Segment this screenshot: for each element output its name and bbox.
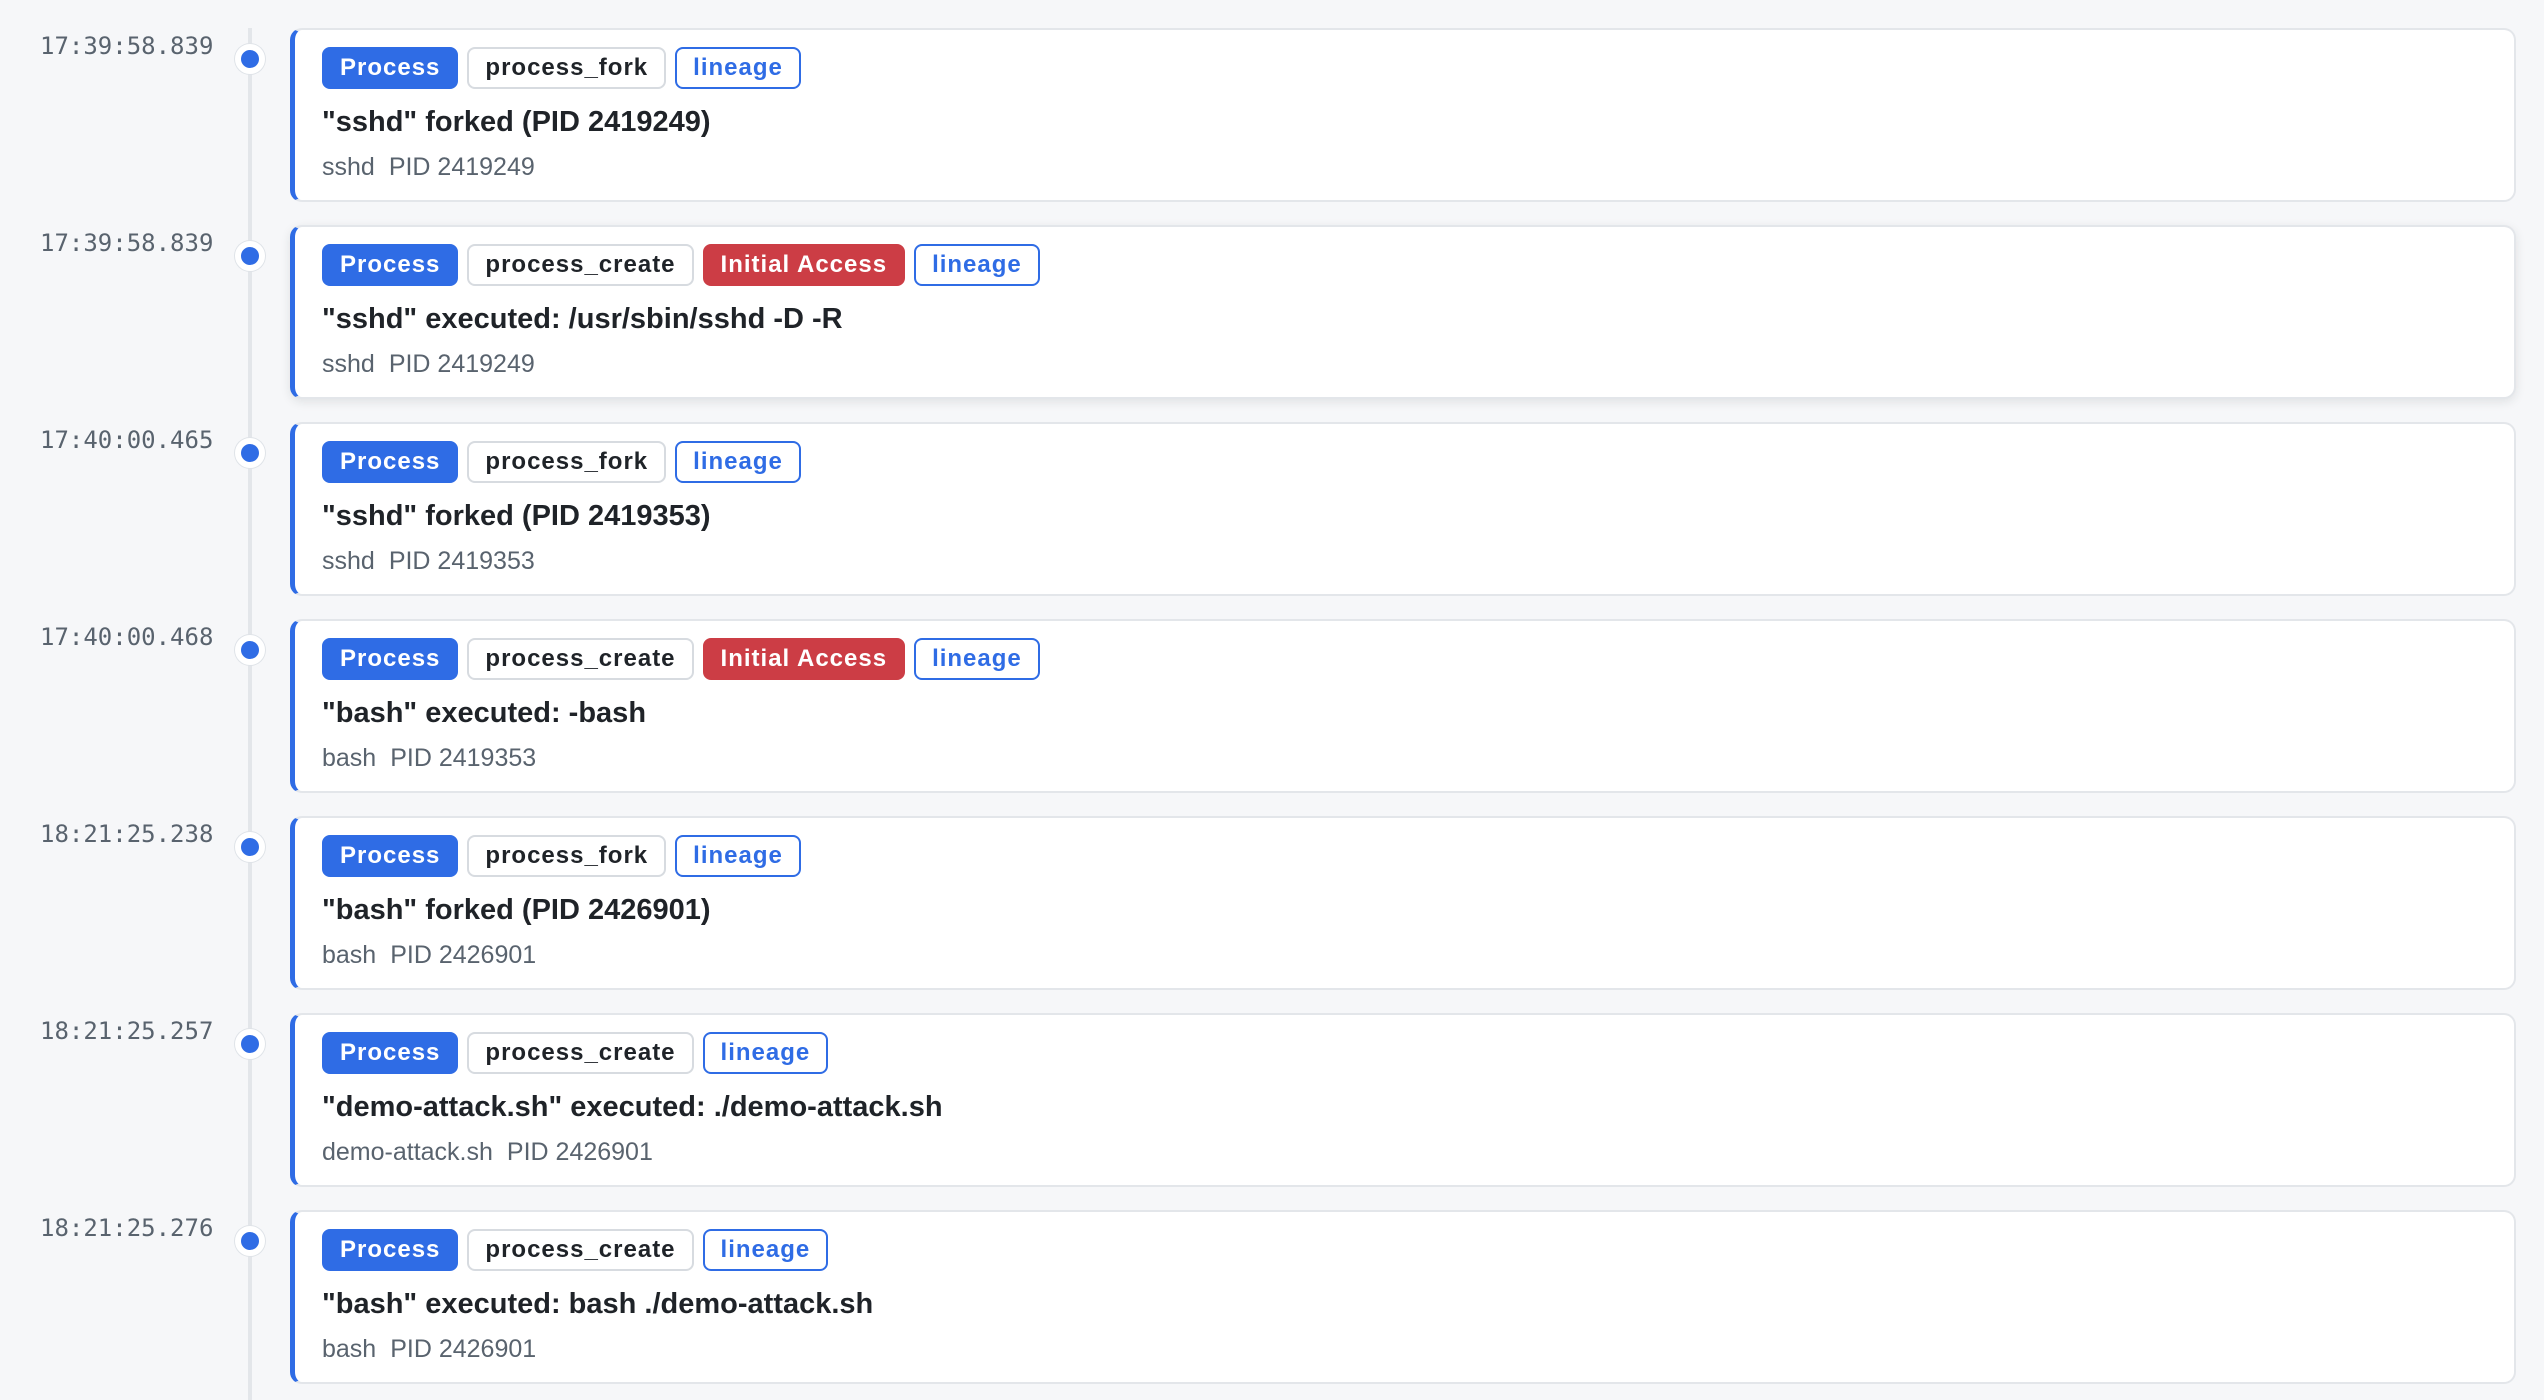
- lineage-button[interactable]: lineage: [675, 441, 801, 483]
- timeline-dot-icon: [235, 44, 265, 74]
- timeline-entry: 17:40:00.465 Process process_fork lineag…: [0, 394, 2544, 596]
- event-timestamp: 17:40:00.468: [40, 623, 214, 651]
- event-type-badge: process_fork: [467, 47, 667, 89]
- event-timeline: 17:39:58.839 Process process_fork lineag…: [0, 0, 2544, 1400]
- event-summary: "bash" executed: -bash: [322, 697, 647, 729]
- event-type-badge: process_create: [467, 1032, 694, 1074]
- mitre-tactic-badge: Initial Access: [702, 638, 906, 680]
- event-meta: sshd PID 2419249: [322, 347, 2514, 381]
- process-pid: PID 2426901: [506, 1138, 653, 1166]
- timeline-entry: 17:39:58.839 Process process_create Init…: [0, 197, 2544, 399]
- event-meta: sshd PID 2419353: [322, 544, 2514, 578]
- event-meta: sshd PID 2419249: [322, 150, 2514, 184]
- event-tags: Process process_create lineage: [322, 1031, 2514, 1075]
- timeline-entry: 17:40:00.468 Process process_create Init…: [0, 591, 2544, 793]
- event-timestamp: 17:39:58.839: [40, 229, 214, 257]
- lineage-button[interactable]: lineage: [675, 47, 801, 89]
- process-name: demo-attack.sh: [322, 1138, 493, 1166]
- lineage-button[interactable]: lineage: [702, 1229, 829, 1271]
- category-badge: Process: [322, 638, 459, 680]
- event-card[interactable]: Process process_create Initial Access li…: [290, 225, 2516, 399]
- event-card[interactable]: Process process_create lineage "bash" ex…: [290, 1210, 2516, 1384]
- event-timestamp: 18:21:25.238: [40, 820, 214, 848]
- category-badge: Process: [322, 244, 459, 286]
- timeline-entry: 18:21:25.238 Process process_fork lineag…: [0, 788, 2544, 990]
- event-tags: Process process_fork lineage: [322, 46, 2514, 90]
- event-meta: bash PID 2426901: [322, 1332, 2514, 1366]
- process-name: sshd: [322, 350, 375, 378]
- timeline-dot-icon: [235, 635, 265, 665]
- timeline-dot-icon: [235, 1226, 265, 1256]
- event-card[interactable]: Process process_create Initial Access li…: [290, 619, 2516, 793]
- lineage-button[interactable]: lineage: [914, 244, 1040, 286]
- event-tags: Process process_create Initial Access li…: [322, 243, 2514, 287]
- event-tags: Process process_create lineage: [322, 1228, 2514, 1272]
- process-name: bash: [322, 744, 377, 772]
- event-meta: demo-attack.sh PID 2426901: [322, 1135, 2514, 1169]
- event-type-badge: process_create: [467, 1229, 694, 1271]
- process-pid: PID 2419249: [388, 350, 535, 378]
- event-timestamp: 17:39:58.839: [40, 32, 214, 60]
- timeline-entry: 17:39:58.839 Process process_fork lineag…: [0, 0, 2544, 202]
- event-summary: "sshd" forked (PID 2419353): [322, 500, 711, 532]
- event-timestamp: 18:21:25.276: [40, 1214, 214, 1242]
- process-name: bash: [322, 941, 377, 969]
- process-name: sshd: [322, 153, 375, 181]
- event-summary: "demo-attack.sh" executed: ./demo-attack…: [322, 1091, 943, 1123]
- category-badge: Process: [322, 47, 459, 89]
- event-summary: "sshd" executed: /usr/sbin/sshd -D -R: [322, 303, 843, 335]
- process-pid: PID 2419353: [388, 547, 535, 575]
- process-pid: PID 2419249: [388, 153, 535, 181]
- event-meta: bash PID 2426901: [322, 938, 2514, 972]
- timeline-dot-icon: [235, 832, 265, 862]
- event-tags: Process process_fork lineage: [322, 440, 2514, 484]
- lineage-button[interactable]: lineage: [914, 638, 1040, 680]
- event-type-badge: process_fork: [467, 441, 667, 483]
- process-pid: PID 2419353: [390, 744, 537, 772]
- event-type-badge: process_fork: [467, 835, 667, 877]
- process-name: bash: [322, 1335, 377, 1363]
- lineage-button[interactable]: lineage: [702, 1032, 829, 1074]
- lineage-button[interactable]: lineage: [675, 835, 801, 877]
- category-badge: Process: [322, 835, 459, 877]
- process-name: sshd: [322, 547, 375, 575]
- event-card[interactable]: Process process_fork lineage "sshd" fork…: [290, 422, 2516, 596]
- category-badge: Process: [322, 1229, 459, 1271]
- event-summary: "bash" executed: bash ./demo-attack.sh: [322, 1288, 874, 1320]
- timeline-dot-icon: [235, 438, 265, 468]
- process-pid: PID 2426901: [390, 1335, 537, 1363]
- event-meta: bash PID 2419353: [322, 741, 2514, 775]
- event-card[interactable]: Process process_fork lineage "sshd" fork…: [290, 28, 2516, 202]
- event-summary: "bash" forked (PID 2426901): [322, 894, 711, 926]
- process-pid: PID 2426901: [390, 941, 537, 969]
- timeline-entry: 18:21:25.257 Process process_create line…: [0, 985, 2544, 1187]
- category-badge: Process: [322, 441, 459, 483]
- timeline-dot-icon: [235, 1029, 265, 1059]
- timeline-entry: 18:21:25.276 Process process_create line…: [0, 1182, 2544, 1384]
- event-timestamp: 18:21:25.257: [40, 1017, 214, 1045]
- event-type-badge: process_create: [467, 244, 694, 286]
- event-tags: Process process_create Initial Access li…: [322, 637, 2514, 681]
- event-tags: Process process_fork lineage: [322, 834, 2514, 878]
- event-timestamp: 17:40:00.465: [40, 426, 214, 454]
- event-card[interactable]: Process process_fork lineage "bash" fork…: [290, 816, 2516, 990]
- category-badge: Process: [322, 1032, 459, 1074]
- timeline-dot-icon: [235, 241, 265, 271]
- event-card[interactable]: Process process_create lineage "demo-att…: [290, 1013, 2516, 1187]
- event-type-badge: process_create: [467, 638, 694, 680]
- event-summary: "sshd" forked (PID 2419249): [322, 106, 711, 138]
- mitre-tactic-badge: Initial Access: [702, 244, 906, 286]
